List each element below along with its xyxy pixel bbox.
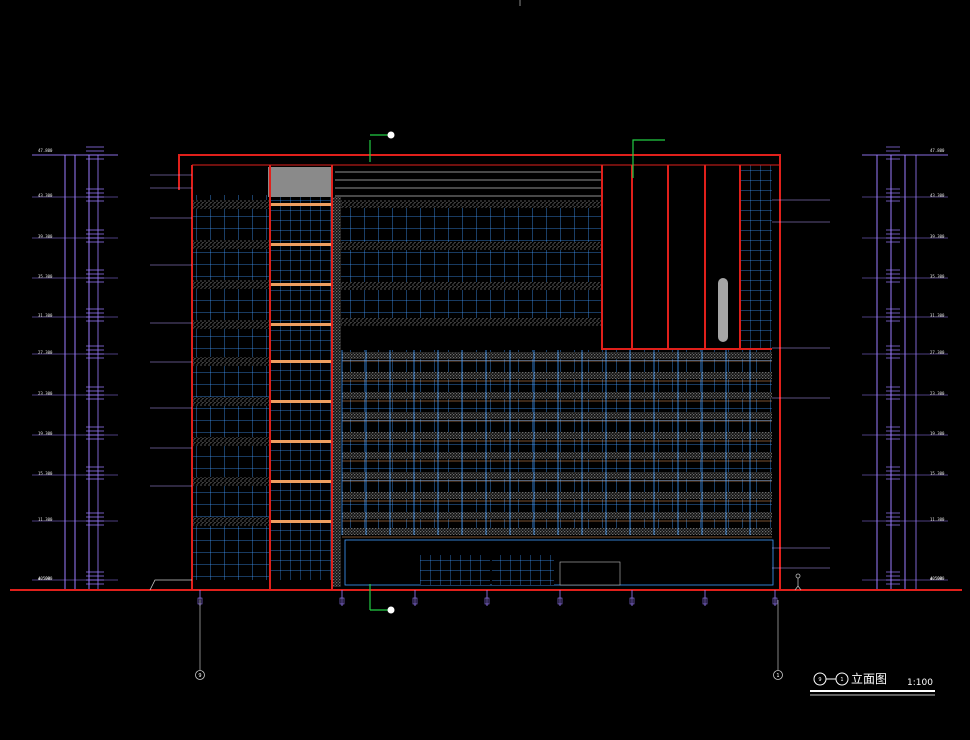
level-label-left: 27.300 <box>38 350 53 355</box>
tower-mullion-band <box>270 283 332 286</box>
level-label-right: 43.300 <box>930 193 945 198</box>
level-label-left: 39.300 <box>38 234 53 239</box>
stone-band <box>342 412 772 419</box>
stone-band <box>192 397 270 406</box>
stone-band <box>192 280 270 289</box>
column-strip <box>333 197 341 587</box>
tower-mullion-band <box>270 440 332 443</box>
stone-band <box>342 392 772 399</box>
stone-band <box>192 477 270 486</box>
axis-bubble-left: 9 <box>195 600 205 680</box>
left-steps <box>149 579 192 591</box>
axis-label-right: 1 <box>776 673 779 679</box>
axis-label-left: 9 <box>198 673 201 679</box>
roof-louvres <box>335 171 602 197</box>
stone-band <box>192 200 270 209</box>
level-label-left: 43.300 <box>38 193 53 198</box>
level-label-right: 35.300 <box>930 274 945 279</box>
level-label-right: 23.300 <box>930 391 945 396</box>
title-bubble-a: 9 <box>818 677 821 683</box>
stone-band <box>342 528 772 535</box>
title-bubble-b: 1 <box>840 677 843 683</box>
stone-band <box>340 282 602 290</box>
level-label-left: 47.800 <box>38 148 53 153</box>
level-label-right: ±0.000 <box>930 576 945 581</box>
level-label-right: 11.300 <box>930 517 945 522</box>
upper-glazing <box>340 205 602 323</box>
level-label-right: 31.300 <box>930 313 945 318</box>
tower-mullion-band <box>270 203 332 206</box>
tower-mullion-band <box>270 323 332 326</box>
level-label-left: 15.300 <box>38 471 53 476</box>
tower-mullion-band <box>270 520 332 523</box>
tree-figure <box>718 278 728 342</box>
stone-band <box>192 320 270 329</box>
stone-band <box>342 352 772 359</box>
tower-mullion-band <box>270 360 332 363</box>
stone-band <box>342 512 772 519</box>
stone-band <box>192 517 270 526</box>
stone-band <box>342 492 772 499</box>
left-level-column <box>32 154 118 590</box>
drawing-title: 立面图 <box>851 671 887 686</box>
ground-floor <box>344 539 774 586</box>
drawing-scale: 1:100 <box>907 678 933 688</box>
stone-band <box>192 240 270 249</box>
stone-band <box>340 200 602 208</box>
level-label-right: 47.800 <box>930 148 945 153</box>
title-block: 9 1 立面图 1:100 <box>810 671 935 696</box>
stone-band <box>342 372 772 379</box>
right-level-column <box>862 154 948 590</box>
level-label-left: 35.300 <box>38 274 53 279</box>
stone-band <box>340 318 602 326</box>
elevation-drawing: 9 1 47.800 47.800 43.300 43.300 39.300 39.300… <box>10 0 962 696</box>
person-figure <box>794 573 802 591</box>
stone-band <box>192 357 270 366</box>
level-label-right: 15.300 <box>930 471 945 476</box>
tower-mullion-band <box>270 243 332 246</box>
tower-mullion-band <box>270 480 332 483</box>
stone-band <box>342 452 772 459</box>
stone-band <box>342 472 772 479</box>
level-label-right: 19.300 <box>930 431 945 436</box>
level-label-left: 31.300 <box>38 313 53 318</box>
level-label-left: 11.300 <box>38 517 53 522</box>
stone-band <box>340 242 602 250</box>
atrium <box>718 165 772 350</box>
axis-bubble-right: 1 <box>773 600 783 680</box>
tower-mullion-band <box>270 400 332 403</box>
level-label-left: ±0.000 <box>38 576 53 581</box>
level-label-right: 27.300 <box>930 350 945 355</box>
roof-equipment <box>268 167 332 197</box>
stone-band <box>192 437 270 446</box>
column-grid-ticks <box>197 590 778 606</box>
level-label-right: 39.300 <box>930 234 945 239</box>
stone-band <box>342 432 772 439</box>
level-label-left: 23.300 <box>38 391 53 396</box>
level-label-left: 19.300 <box>38 431 53 436</box>
